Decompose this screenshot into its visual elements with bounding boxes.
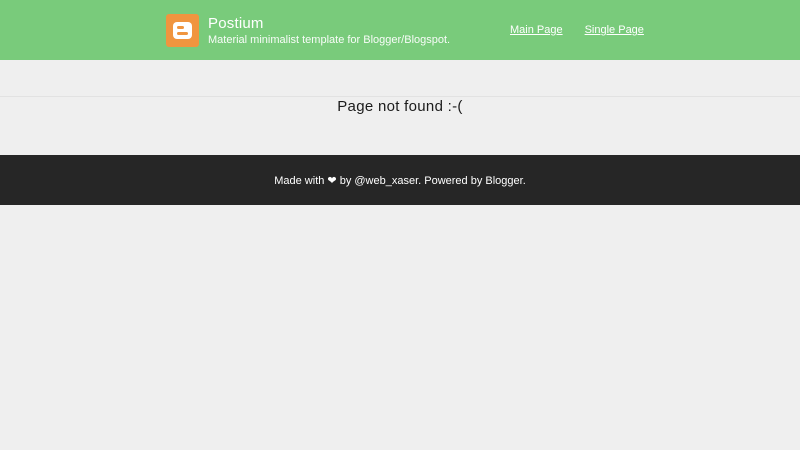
site-description: Material minimalist template for Blogger…: [208, 33, 451, 46]
nav-link-main-page[interactable]: Main Page: [510, 24, 563, 36]
site-header: Postium Material minimalist template for…: [0, 0, 800, 60]
brand-text: Postium Material minimalist template for…: [208, 15, 450, 47]
nav-link-single-page[interactable]: Single Page: [585, 24, 644, 36]
footer-credits: Made with ❤ by @web_xaser. Powered by Bl…: [274, 175, 526, 187]
brand[interactable]: Postium Material minimalist template for…: [166, 14, 450, 47]
blogger-icon[interactable]: [166, 14, 199, 47]
content-divider: [0, 96, 800, 97]
site-footer: Made with ❤ by @web_xaser. Powered by Bl…: [0, 155, 800, 205]
site-title[interactable]: Postium: [208, 15, 450, 33]
page-not-found-message: Page not found :-(: [337, 98, 463, 115]
main-nav: Main Page Single Page: [510, 24, 644, 36]
